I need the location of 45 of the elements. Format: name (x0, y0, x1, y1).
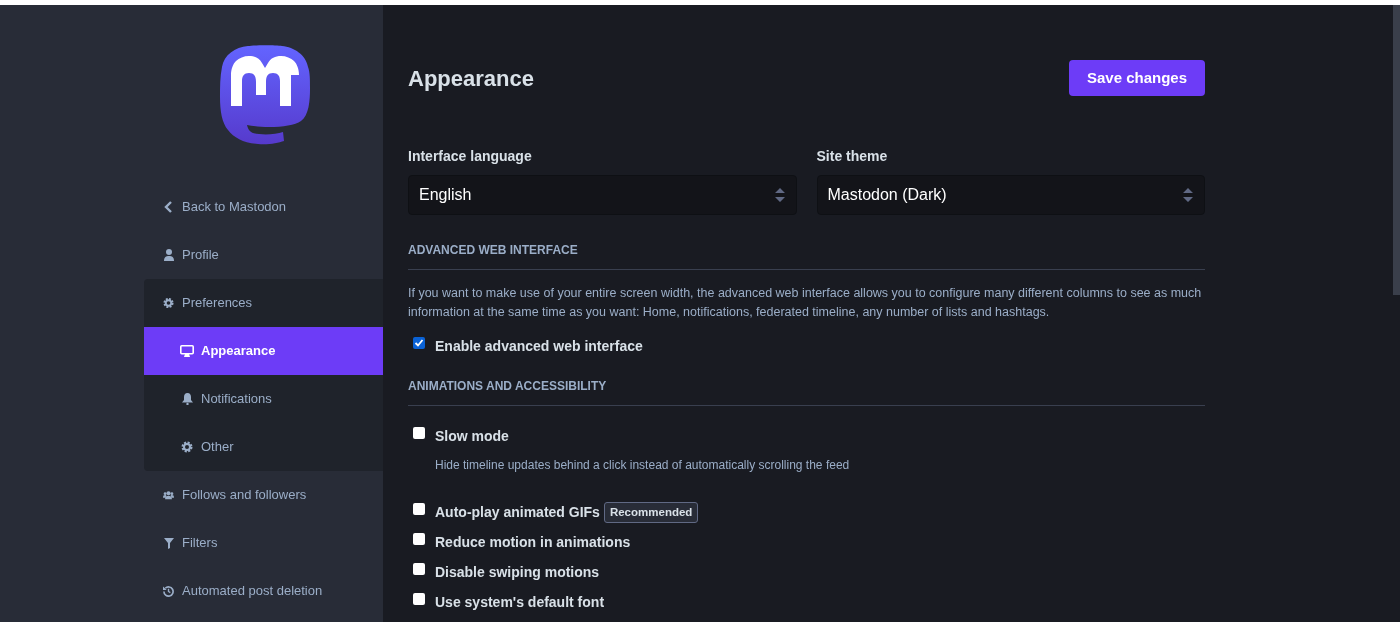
checkbox[interactable] (413, 593, 425, 606)
bell-icon (181, 393, 193, 405)
checkbox[interactable] (413, 563, 425, 576)
scrollbar[interactable] (1393, 5, 1400, 295)
back-chevron-icon (163, 201, 174, 213)
sort-arrows-icon (773, 187, 786, 203)
sidebar-item[interactable]: Preferences (144, 279, 383, 327)
option-label[interactable]: Auto-play animated GIFs (435, 502, 600, 524)
checkbox[interactable] (413, 427, 425, 439)
person-icon (163, 249, 174, 261)
section-heading: ANIMATIONS AND ACCESSIBILITY (408, 378, 608, 395)
field-label: Site theme (816, 147, 889, 166)
sidebar-subitem[interactable]: Appearance (144, 327, 383, 375)
option-label[interactable]: Disable swiping motions (435, 562, 600, 584)
logo-icon (218, 45, 312, 145)
option-label[interactable]: Slow mode (435, 426, 509, 447)
field-label: Interface language (408, 147, 533, 166)
sidebar-subitem[interactable]: Notifications (144, 375, 383, 423)
option-label[interactable]: Use system's default font (435, 592, 605, 614)
sidebar-item[interactable]: Follows and followers (144, 471, 383, 519)
option-hint: Hide timeline updates behind a click instead of automatically scrolling the feed (435, 457, 850, 474)
sidebar-subitem[interactable]: Other (144, 423, 383, 471)
sidebar-item[interactable]: Back to Mastodon (144, 183, 383, 231)
sidebar-item[interactable]: Profile (144, 231, 383, 279)
gear-icon (163, 297, 174, 309)
select-field[interactable]: English (408, 175, 797, 215)
checkbox[interactable] (413, 503, 425, 515)
gear-icon (181, 441, 193, 453)
save-button[interactable]: Save changes (1068, 60, 1205, 96)
filter-icon (163, 537, 174, 549)
option-label[interactable]: Enable advanced web interface (435, 336, 643, 357)
recommended-badge: Recommended (603, 502, 699, 524)
people-icon (163, 489, 174, 501)
select-field[interactable]: Mastodon (Dark) (816, 175, 1205, 215)
page-title: Appearance (408, 64, 534, 93)
sidebar-item[interactable]: Filters (144, 519, 383, 567)
section-description: If you want to make use of your entire screen width, the advanced web interface allows you to configure many different columns to see as much information at the same time as you want: Home, notifications, federated timeline, any number of lists and hashtags. (408, 285, 1203, 321)
checkbox[interactable] (413, 533, 425, 546)
sidebar-item[interactable]: Automated post deletion (144, 567, 383, 615)
option-label[interactable]: Reduce motion in animations (435, 532, 631, 554)
checkbox[interactable] (413, 337, 425, 349)
history-icon (163, 585, 174, 597)
section-heading: ADVANCED WEB INTERFACE (408, 242, 579, 259)
sort-arrows-icon (1182, 187, 1194, 203)
monitor-icon (180, 345, 194, 357)
